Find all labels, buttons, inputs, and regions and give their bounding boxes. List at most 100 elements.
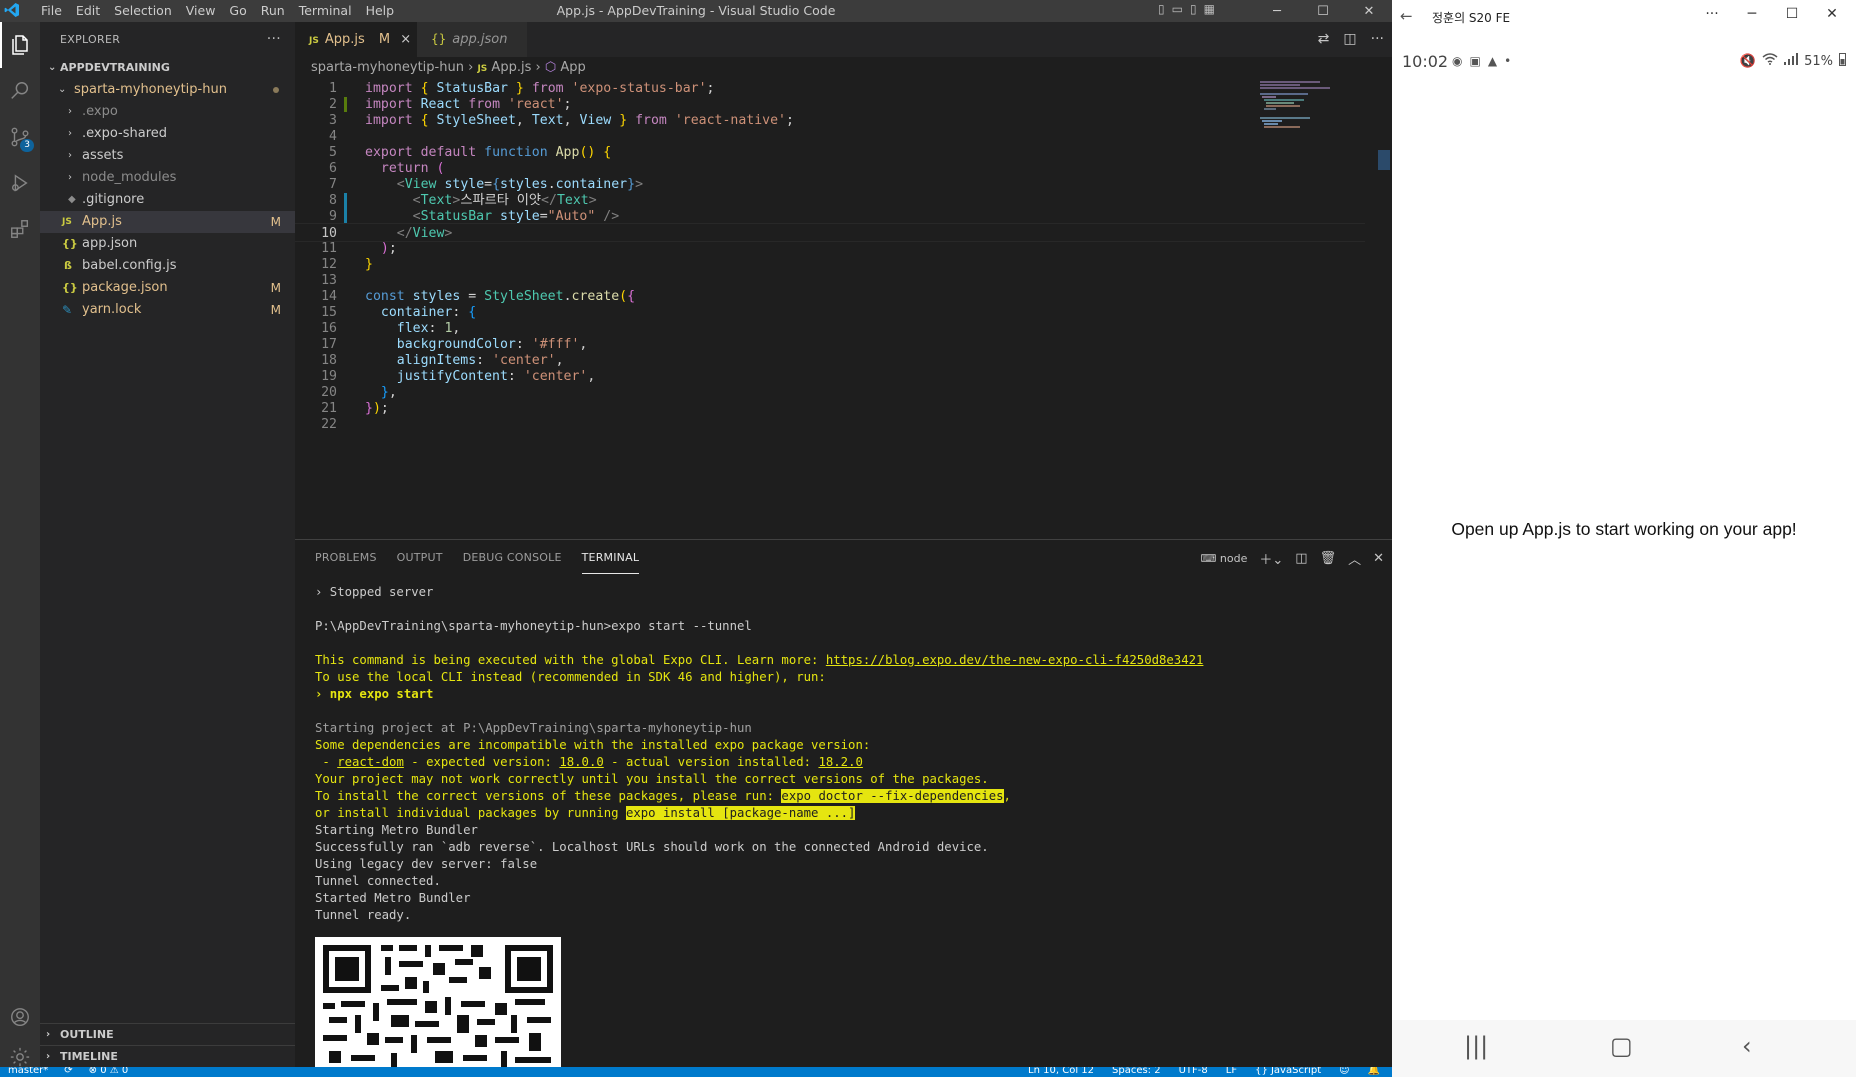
close-window-icon[interactable]: ✕	[1346, 0, 1392, 22]
tab-app-js[interactable]: JS App.js M ×	[295, 22, 417, 57]
tab-app-json[interactable]: {} app.json	[417, 22, 527, 57]
search-icon[interactable]	[0, 68, 40, 114]
close-panel-icon[interactable]: ✕	[1373, 551, 1384, 566]
tree-item-label: .gitignore	[82, 192, 145, 207]
terminal-name: node	[1219, 552, 1248, 565]
status-position[interactable]: Ln 10, Col 12	[1028, 1067, 1094, 1076]
terminal-line: or install individual packages by runnin…	[315, 805, 1375, 822]
menu-run[interactable]: Run	[254, 3, 292, 18]
timeline-section[interactable]: › TIMELINE	[40, 1045, 295, 1068]
sync-icon[interactable]: ⟳	[64, 1067, 72, 1076]
tree-item-expo-shared[interactable]: › .expo-shared	[40, 123, 295, 145]
new-terminal-icon[interactable]: ＋⌄	[1259, 549, 1283, 568]
outline-section[interactable]: › OUTLINE	[40, 1023, 295, 1046]
menu-help[interactable]: Help	[359, 3, 402, 18]
minimize-icon[interactable]: ─	[1732, 6, 1772, 22]
more-actions-icon[interactable]: ···	[1371, 31, 1384, 47]
dep-actual: 18.2.0	[818, 755, 863, 769]
battery-icon	[1839, 52, 1846, 70]
back-icon[interactable]: ‹	[1742, 1032, 1752, 1060]
menu-edit[interactable]: Edit	[69, 3, 107, 18]
menu-terminal[interactable]: Terminal	[292, 3, 359, 18]
status-branch[interactable]: master*	[8, 1067, 48, 1076]
tree-item-assets[interactable]: › assets	[40, 145, 295, 167]
tab-problems[interactable]: PROBLEMS	[315, 540, 377, 575]
source-control-badge: 3	[20, 139, 34, 152]
split-terminal-icon[interactable]: ◫	[1295, 551, 1307, 566]
minimize-icon[interactable]: ─	[1254, 0, 1300, 22]
tree-item-babel-config[interactable]: ß babel.config.js	[40, 255, 295, 277]
terminal-line: To use the local CLI instead (recommende…	[315, 670, 826, 684]
terminal-line: Started Metro Bundler	[315, 891, 471, 905]
editor-scrollbar[interactable]	[1378, 150, 1390, 170]
chevron-down-icon: ⌄	[58, 84, 67, 95]
tab-close-icon[interactable]: ×	[400, 32, 411, 47]
js-file-icon: JS	[477, 64, 488, 74]
status-spaces[interactable]: Spaces: 2	[1112, 1067, 1161, 1076]
status-encoding[interactable]: UTF-8	[1179, 1067, 1208, 1076]
extensions-icon[interactable]	[0, 206, 40, 252]
tree-item-node-modules[interactable]: › node_modules	[40, 167, 295, 189]
notifications-bell-icon[interactable]: 🔔	[1368, 1067, 1380, 1076]
source-control-icon[interactable]: 3	[0, 114, 40, 160]
kill-terminal-icon[interactable]: 🗑	[1320, 551, 1337, 566]
minimap[interactable]	[1258, 79, 1380, 539]
more-actions-icon[interactable]: ···	[267, 22, 281, 57]
close-window-icon[interactable]: ✕	[1812, 6, 1852, 22]
back-arrow-icon[interactable]: ←	[1400, 7, 1413, 25]
code-editor[interactable]: 1 import { StatusBar } from 'expo-status-…	[295, 79, 1365, 539]
status-problems[interactable]: ⊗ 0 ⚠ 0	[89, 1067, 129, 1076]
split-editor-icon[interactable]: ◫	[1343, 31, 1356, 47]
window-controls: ─ ☐ ✕	[1254, 0, 1392, 22]
tree-item-package-json[interactable]: {} package.json M	[40, 277, 295, 299]
tree-item-gitignore[interactable]: ◆ .gitignore	[40, 189, 295, 211]
terminal-selector[interactable]: ⌨ node	[1201, 552, 1248, 565]
customize-layout-icon[interactable]: ▦	[1204, 2, 1215, 16]
menu-selection[interactable]: Selection	[107, 3, 179, 18]
breadcrumb-symbol[interactable]: App	[560, 60, 585, 75]
menu-go[interactable]: Go	[222, 3, 253, 18]
maximize-icon[interactable]: ☐	[1300, 0, 1346, 22]
terminal-link[interactable]: https://blog.expo.dev/the-new-expo-cli-f…	[826, 653, 1204, 667]
menu-file[interactable]: File	[34, 3, 69, 18]
tree-item-app-json[interactable]: {} app.json	[40, 233, 295, 255]
maximize-icon[interactable]: ☐	[1772, 6, 1812, 22]
recents-icon[interactable]: |||	[1464, 1032, 1488, 1060]
tab-terminal[interactable]: TERMINAL	[581, 540, 640, 574]
breadcrumb-file[interactable]: App.js	[491, 60, 531, 75]
status-eol[interactable]: LF	[1226, 1067, 1237, 1076]
open-changes-icon[interactable]: ⇄	[1318, 31, 1330, 47]
modified-dot-icon	[273, 87, 279, 93]
terminal-output[interactable]: › Stopped server P:\AppDevTraining\spart…	[315, 584, 1375, 924]
home-icon[interactable]: ▢	[1610, 1032, 1633, 1060]
toggle-secondary-sidebar-icon[interactable]: ▯	[1190, 2, 1197, 16]
terminal-line: Successfully ran `adb reverse`. Localhos…	[315, 840, 989, 854]
phone-title-bar: ← 정훈의 S20 FE ··· ─ ☐ ✕	[1392, 0, 1856, 34]
terminal-text: or install individual packages by runnin…	[315, 806, 626, 820]
explorer-icon[interactable]	[0, 22, 40, 68]
breadcrumb: sparta-myhoneytip-hun › JS App.js › ⬡ Ap…	[295, 57, 1392, 79]
toggle-sidebar-icon[interactable]: ▯	[1158, 2, 1165, 16]
explorer-header: EXPLORER ···	[40, 22, 295, 57]
tab-label: app.json	[452, 32, 508, 47]
tree-item-app-js[interactable]: JS App.js M	[40, 211, 295, 233]
more-icon[interactable]: ···	[1692, 6, 1732, 22]
project-folder[interactable]: ⌄ sparta-myhoneytip-hun	[40, 79, 295, 101]
tree-item-yarn-lock[interactable]: ✎ yarn.lock M	[40, 299, 295, 321]
tab-debug-console[interactable]: DEBUG CONSOLE	[463, 540, 562, 575]
workspace-root[interactable]: ⌄ APPDEVTRAINING	[40, 57, 295, 79]
feedback-icon[interactable]: ☺	[1339, 1067, 1349, 1076]
android-nav-bar: ||| ▢ ‹	[1392, 1020, 1856, 1077]
app-message: Open up App.js to start working on your …	[1451, 519, 1797, 539]
tab-output[interactable]: OUTPUT	[397, 540, 443, 575]
modified-status: M	[270, 215, 281, 229]
status-bar: master* ⟳ ⊗ 0 ⚠ 0 Ln 10, Col 12 Spaces: …	[0, 1067, 1392, 1077]
maximize-panel-icon[interactable]: ︿	[1348, 549, 1361, 568]
run-debug-icon[interactable]	[0, 160, 40, 206]
toggle-panel-icon[interactable]: ▭	[1172, 2, 1183, 16]
terminal-line: › Stopped server	[315, 585, 434, 599]
breadcrumb-folder[interactable]: sparta-myhoneytip-hun	[311, 60, 464, 75]
menu-view[interactable]: View	[179, 3, 223, 18]
status-language[interactable]: {} JavaScript	[1255, 1067, 1321, 1076]
tree-item-expo[interactable]: › .expo	[40, 101, 295, 123]
